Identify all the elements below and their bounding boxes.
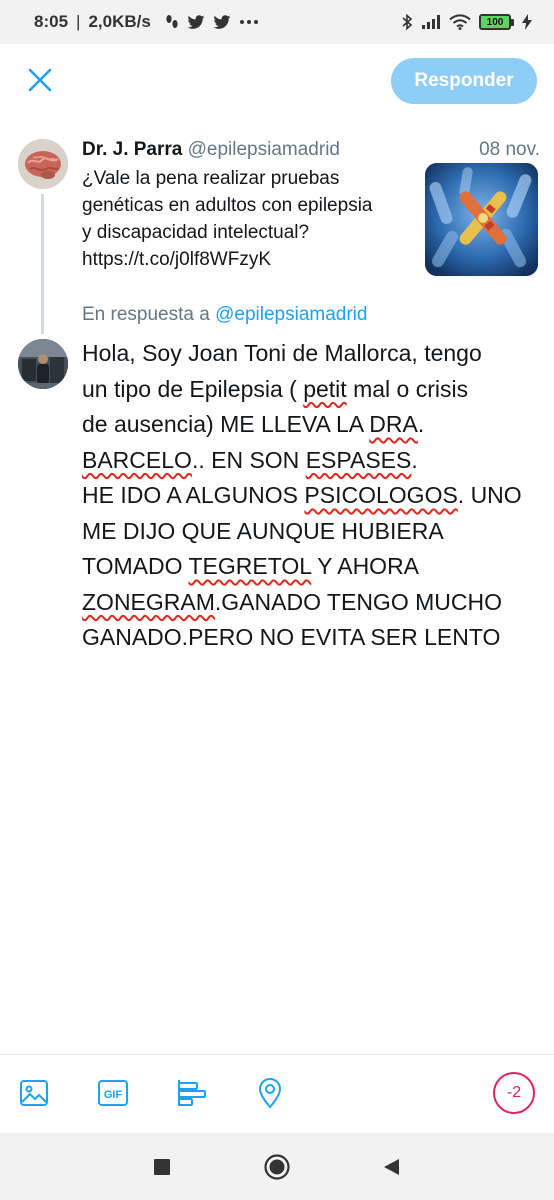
text-run: . UNO bbox=[457, 482, 522, 508]
text-run: .GANADO TENGO MUCHO bbox=[214, 588, 502, 615]
twitter-bird-icon bbox=[187, 14, 205, 29]
reply-button[interactable]: Responder bbox=[391, 58, 537, 104]
notification-icons bbox=[165, 14, 259, 30]
gif-icon: GIF bbox=[98, 1080, 128, 1106]
compose-line: HE IDO A ALGUNOS PSICOLOGOS. UNO bbox=[82, 478, 542, 514]
bluetooth-icon bbox=[402, 13, 413, 31]
footsteps-icon bbox=[166, 15, 178, 28]
home-button[interactable] bbox=[264, 1154, 290, 1180]
status-time: 8:05 bbox=[34, 12, 69, 31]
tweet-link[interactable]: https://t.co/j0lf8WFzyK bbox=[82, 246, 412, 273]
text-run: . bbox=[417, 411, 425, 437]
text-run: TOMADO bbox=[82, 553, 189, 579]
reply-to-prefix: En respuesta a bbox=[82, 304, 210, 325]
reply-to-label: En respuesta a @epilepsiamadrid bbox=[82, 304, 367, 326]
misspelled-word[interactable]: ESPASES bbox=[306, 447, 412, 473]
network-speed: 2,0KB/s bbox=[88, 12, 151, 31]
image-icon bbox=[20, 1080, 48, 1106]
compose-line: de ausencia) ME LLEVA LA DRA. bbox=[82, 407, 542, 443]
status-separator: | bbox=[76, 12, 81, 31]
status-right: 100 bbox=[401, 13, 532, 31]
battery-level: 100 bbox=[479, 14, 511, 30]
compose-line: BARCELO.. EN SON ESPASES. bbox=[82, 443, 542, 479]
author-avatar[interactable] bbox=[18, 139, 68, 189]
tweet-line: ¿Vale la pena realizar pruebas bbox=[82, 168, 340, 189]
add-poll-button[interactable] bbox=[173, 1075, 209, 1111]
recents-square-icon bbox=[154, 1159, 170, 1175]
status-bar: 8:05 | 2,0KB/s 100 bbox=[0, 0, 554, 44]
battery-indicator: 100 bbox=[479, 14, 514, 30]
home-circle-icon bbox=[264, 1154, 290, 1180]
recents-button[interactable] bbox=[149, 1154, 175, 1180]
signal-icon bbox=[422, 15, 440, 29]
tweet-media-thumbnail[interactable] bbox=[425, 163, 538, 276]
text-run: mal o crisis bbox=[346, 375, 469, 402]
close-button[interactable] bbox=[22, 62, 58, 98]
text-run: ME DIJO QUE AUNQUE HUBIERA bbox=[82, 517, 444, 544]
tweet-line: y discapacidad intelectual? bbox=[82, 222, 310, 243]
tweet-header: Dr. J. Parra @epilepsiamadrid 08 nov. bbox=[82, 138, 540, 162]
misspelled-word[interactable]: BARCELO bbox=[82, 447, 192, 473]
text-run: .. EN SON bbox=[191, 446, 306, 473]
more-dots-icon bbox=[239, 20, 258, 24]
text-run: un tipo de Epilepsia ( bbox=[82, 375, 304, 402]
reply-to-handle[interactable]: @epilepsiamadrid bbox=[215, 304, 367, 325]
misspelled-word[interactable]: TEGRETOL bbox=[189, 553, 312, 579]
author-handle[interactable]: @epilepsiamadrid bbox=[188, 139, 340, 160]
thread-line bbox=[41, 194, 44, 334]
user-photo bbox=[18, 339, 68, 389]
back-triangle-icon bbox=[384, 1159, 399, 1175]
compose-toolbar: GIF -2 bbox=[0, 1054, 554, 1132]
tweet-text: ¿Vale la pena realizar pruebas genéticas… bbox=[82, 165, 412, 273]
add-gif-button[interactable]: GIF bbox=[95, 1075, 131, 1111]
text-run: HE IDO A ALGUNOS bbox=[82, 482, 305, 508]
close-icon bbox=[28, 68, 52, 92]
text-run: . bbox=[411, 446, 418, 473]
tweet-date: 08 nov. bbox=[479, 139, 540, 160]
charging-icon bbox=[522, 14, 532, 30]
add-image-button[interactable] bbox=[16, 1075, 52, 1111]
location-icon bbox=[258, 1078, 282, 1109]
system-nav-bar bbox=[0, 1133, 554, 1200]
text-run: Y AHORA bbox=[311, 553, 420, 579]
reply-compose-text[interactable]: Hola, Soy Joan Toni de Mallorca, tengo u… bbox=[82, 336, 542, 656]
compose-line: Hola, Soy Joan Toni de Mallorca, tengo bbox=[82, 336, 542, 372]
compose-line: GANADO.PERO NO EVITA SER LENTO bbox=[82, 620, 542, 656]
poll-icon bbox=[178, 1080, 206, 1106]
compose-line: ME DIJO QUE AUNQUE HUBIERA bbox=[82, 514, 542, 550]
misspelled-word[interactable]: petit bbox=[303, 376, 346, 402]
twitter-bird-icon bbox=[213, 14, 231, 29]
chromosome-image bbox=[425, 163, 538, 276]
character-counter: -2 bbox=[493, 1072, 535, 1114]
compose-line: TOMADO TEGRETOL Y AHORA bbox=[82, 549, 542, 585]
misspelled-word[interactable]: ZONEGRAM bbox=[82, 589, 215, 615]
add-location-button[interactable] bbox=[252, 1075, 288, 1111]
author-name[interactable]: Dr. J. Parra bbox=[82, 139, 182, 160]
battery-tip bbox=[511, 18, 514, 26]
brain-icon bbox=[18, 139, 68, 189]
text-run: de ausencia) ME LLEVA LA bbox=[82, 411, 370, 437]
compose-line: ZONEGRAM.GANADO TENGO MUCHO bbox=[82, 585, 542, 621]
misspelled-word[interactable]: DRA bbox=[369, 411, 418, 437]
text-run: GANADO.PERO NO EVITA SER LENTO bbox=[82, 624, 501, 650]
wifi-icon bbox=[449, 14, 471, 30]
tweet-line: genéticas en adultos con epilepsia bbox=[82, 195, 373, 216]
user-avatar[interactable] bbox=[18, 339, 68, 389]
gif-label: GIF bbox=[104, 1089, 123, 1101]
compose-line: un tipo de Epilepsia ( petit mal o crisi… bbox=[82, 372, 542, 408]
back-button[interactable] bbox=[378, 1154, 404, 1180]
misspelled-word[interactable]: PSICOLOGOS bbox=[304, 482, 457, 508]
text-run: Hola, Soy Joan Toni de Mallorca, tengo bbox=[82, 340, 482, 366]
status-left: 8:05 | 2,0KB/s bbox=[34, 12, 259, 32]
